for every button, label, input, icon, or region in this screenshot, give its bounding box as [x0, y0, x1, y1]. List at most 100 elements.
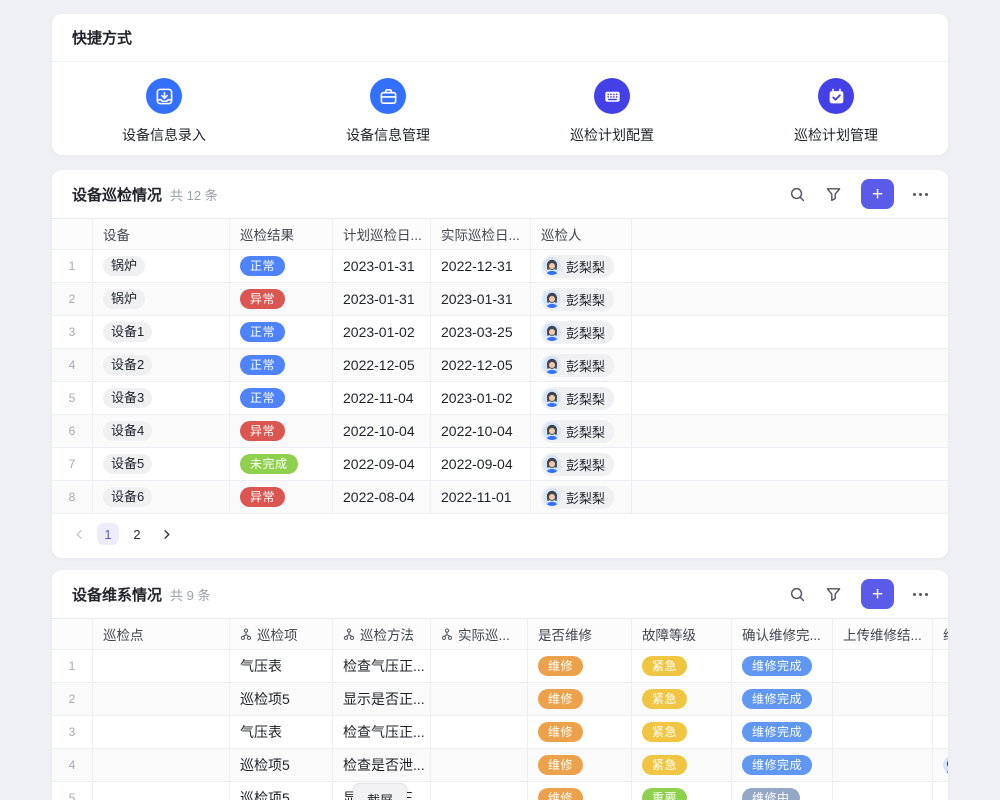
level-cell[interactable]: 重要: [632, 782, 732, 800]
header-upload[interactable]: 上传维修结...: [833, 619, 933, 649]
inspector-cell[interactable]: 彭梨梨: [531, 448, 632, 480]
point-cell[interactable]: [93, 650, 230, 682]
method-cell[interactable]: 检查是否泄...: [333, 749, 431, 781]
shortcut-plan-manage[interactable]: 巡检计划管理: [724, 78, 948, 145]
actual-date-cell[interactable]: 2023-01-31: [431, 283, 531, 315]
item-cell[interactable]: 巡检项5: [230, 683, 333, 715]
confirm-cell[interactable]: 维修完成: [732, 650, 833, 682]
confirm-cell[interactable]: 维修完成: [732, 749, 833, 781]
table-row[interactable]: 2 巡检项5 显示是否正... 维修 紧急 维修完成: [52, 683, 948, 716]
item-cell[interactable]: 气压表: [230, 650, 333, 682]
inspector-cell[interactable]: 彭梨梨: [531, 316, 632, 348]
header-inspector[interactable]: 巡检人: [531, 219, 632, 249]
table-row[interactable]: 5 巡检项5 显示是否正... 维修 重要 维修中: [52, 782, 948, 800]
repair-cell[interactable]: 维修: [528, 650, 632, 682]
method-cell[interactable]: 显示是否正...: [333, 683, 431, 715]
inspector-cell[interactable]: 彭梨梨: [531, 250, 632, 282]
device-cell[interactable]: 锅炉: [93, 250, 230, 282]
add-record-button[interactable]: +: [861, 579, 894, 609]
filter-icon[interactable]: [825, 586, 842, 603]
device-cell[interactable]: 设备6: [93, 481, 230, 513]
table-row[interactable]: 1 气压表 检查气压正... 维修 紧急 维修完成: [52, 650, 948, 683]
last-cell[interactable]: [933, 683, 948, 715]
plan-date-cell[interactable]: 2022-08-04: [333, 481, 431, 513]
actual-date-cell[interactable]: 2022-10-04: [431, 415, 531, 447]
actual-cell[interactable]: [431, 716, 528, 748]
shortcut-device-entry[interactable]: 设备信息录入: [52, 78, 276, 145]
plan-date-cell[interactable]: 2023-01-31: [333, 283, 431, 315]
header-point[interactable]: 巡检点: [93, 619, 230, 649]
header-clipped[interactable]: 维: [933, 619, 948, 649]
item-cell[interactable]: 巡检项5: [230, 749, 333, 781]
actual-cell[interactable]: [431, 683, 528, 715]
actual-date-cell[interactable]: 2022-12-05: [431, 349, 531, 381]
header-item[interactable]: 巡检项: [230, 619, 333, 649]
upload-cell[interactable]: [833, 650, 933, 682]
repair-cell[interactable]: 维修: [528, 749, 632, 781]
level-cell[interactable]: 紧急: [632, 749, 732, 781]
device-cell[interactable]: 设备5: [93, 448, 230, 480]
level-cell[interactable]: 紧急: [632, 650, 732, 682]
more-icon[interactable]: [913, 593, 928, 596]
search-icon[interactable]: [789, 186, 806, 203]
upload-cell[interactable]: [833, 782, 933, 800]
header-plan-date[interactable]: 计划巡检日...: [333, 219, 431, 249]
shortcut-device-manage[interactable]: 设备信息管理: [276, 78, 500, 145]
header-level[interactable]: 故障等级: [632, 619, 732, 649]
result-cell[interactable]: 异常: [230, 283, 333, 315]
actual-cell[interactable]: [431, 749, 528, 781]
actual-date-cell[interactable]: 2022-11-01: [431, 481, 531, 513]
header-confirm[interactable]: 确认维修完...: [732, 619, 833, 649]
header-result[interactable]: 巡检结果: [230, 219, 333, 249]
repair-cell[interactable]: 维修: [528, 716, 632, 748]
device-cell[interactable]: 设备2: [93, 349, 230, 381]
next-page-icon[interactable]: [155, 523, 177, 545]
result-cell[interactable]: 未完成: [230, 448, 333, 480]
inspector-cell[interactable]: 彭梨梨: [531, 415, 632, 447]
upload-cell[interactable]: [833, 716, 933, 748]
page-1-button[interactable]: 1: [97, 523, 119, 545]
result-cell[interactable]: 正常: [230, 382, 333, 414]
actual-cell[interactable]: [431, 650, 528, 682]
confirm-cell[interactable]: 维修中: [732, 782, 833, 800]
repair-cell[interactable]: 维修: [528, 782, 632, 800]
table-row[interactable]: 2 锅炉 异常 2023-01-31 2023-01-31: [52, 283, 948, 316]
header-method[interactable]: 巡检方法: [333, 619, 431, 649]
inspector-cell[interactable]: 彭梨梨: [531, 481, 632, 513]
device-cell[interactable]: 设备1: [93, 316, 230, 348]
actual-cell[interactable]: [431, 782, 528, 800]
plan-date-cell[interactable]: 2022-10-04: [333, 415, 431, 447]
plan-date-cell[interactable]: 2023-01-31: [333, 250, 431, 282]
method-cell[interactable]: 检查气压正...: [333, 650, 431, 682]
level-cell[interactable]: 紧急: [632, 716, 732, 748]
result-cell[interactable]: 正常: [230, 316, 333, 348]
table-row[interactable]: 5 设备3 正常 2022-11-04 2023-01-02: [52, 382, 948, 415]
confirm-cell[interactable]: 维修完成: [732, 716, 833, 748]
header-actual[interactable]: 实际巡...: [431, 619, 528, 649]
last-cell[interactable]: [933, 716, 948, 748]
add-record-button[interactable]: +: [861, 179, 894, 209]
shortcut-plan-config[interactable]: 巡检计划配置: [500, 78, 724, 145]
confirm-cell[interactable]: 维修完成: [732, 683, 833, 715]
point-cell[interactable]: [93, 683, 230, 715]
actual-date-cell[interactable]: 2022-09-04: [431, 448, 531, 480]
point-cell[interactable]: [93, 782, 230, 800]
last-cell[interactable]: [933, 650, 948, 682]
device-cell[interactable]: 设备3: [93, 382, 230, 414]
upload-cell[interactable]: [833, 683, 933, 715]
search-icon[interactable]: [789, 586, 806, 603]
item-cell[interactable]: 气压表: [230, 716, 333, 748]
last-cell[interactable]: [933, 749, 948, 781]
result-cell[interactable]: 异常: [230, 415, 333, 447]
level-cell[interactable]: 紧急: [632, 683, 732, 715]
table-row[interactable]: 3 气压表 检查气压正... 维修 紧急 维修完成: [52, 716, 948, 749]
method-cell[interactable]: 检查气压正...: [333, 716, 431, 748]
header-repair[interactable]: 是否维修: [528, 619, 632, 649]
actual-date-cell[interactable]: 2023-01-02: [431, 382, 531, 414]
table-row[interactable]: 4 巡检项5 检查是否泄... 维修 紧急 维修完成: [52, 749, 948, 782]
inspector-cell[interactable]: 彭梨梨: [531, 283, 632, 315]
plan-date-cell[interactable]: 2022-11-04: [333, 382, 431, 414]
inspector-cell[interactable]: 彭梨梨: [531, 349, 632, 381]
table-row[interactable]: 6 设备4 异常 2022-10-04 2022-10-04: [52, 415, 948, 448]
result-cell[interactable]: 异常: [230, 481, 333, 513]
